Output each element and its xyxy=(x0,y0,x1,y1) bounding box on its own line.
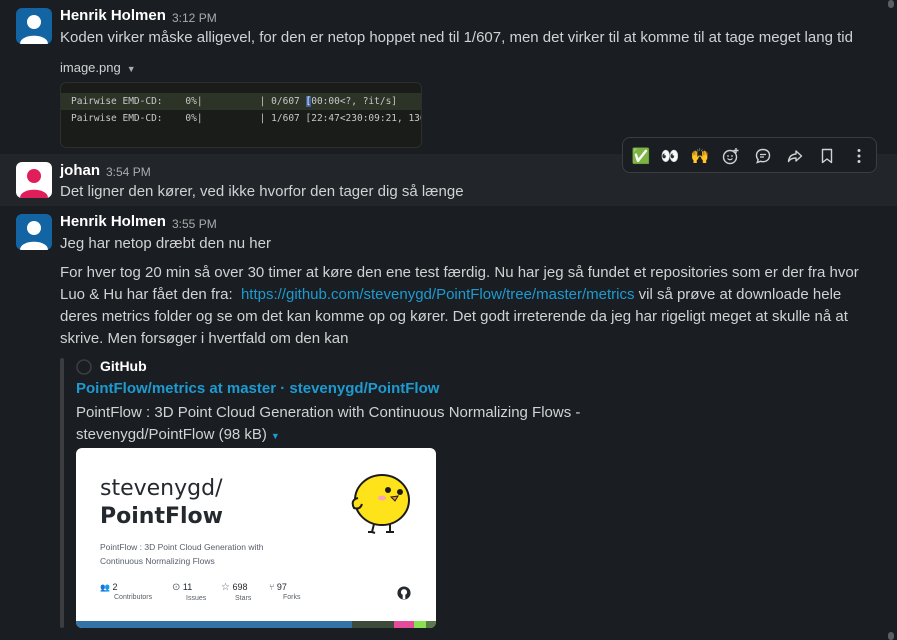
stat-issues: ⊙ 11 Issues xyxy=(172,582,206,602)
add-reaction-icon xyxy=(722,148,739,165)
stat-contributors: 👥 2 Contributors xyxy=(100,582,152,601)
fork-icon: ⑂ xyxy=(269,582,275,592)
stat-label: Contributors xyxy=(114,594,153,601)
more-actions-button[interactable] xyxy=(847,144,871,168)
reaction-check-button[interactable]: ✅ xyxy=(629,144,653,168)
author-name[interactable]: Henrik Holmen xyxy=(60,7,166,24)
message-paragraph: For hver tog 20 min så over 30 timer at … xyxy=(60,262,880,350)
file-name-text: image.png xyxy=(60,60,121,75)
language-segment xyxy=(414,621,426,628)
terminal-line-1: Pairwise EMD-CD: 0%| | 0/607 [00:00<?, ?… xyxy=(71,96,397,107)
message-text: Koden virker måske alligevel, for den er… xyxy=(60,29,853,46)
unfurl-title-link[interactable]: PointFlow/metrics at master · stevenygd/… xyxy=(76,380,439,397)
share-icon xyxy=(787,150,803,163)
card-owner: stevenygd/ xyxy=(100,476,223,501)
card-desc-line: Continuous Normalizing Flows xyxy=(100,556,215,566)
language-segment xyxy=(426,621,436,628)
avatar-johan[interactable] xyxy=(16,162,52,198)
unfurl-desc-text: stevenygd/PointFlow (98 kB) xyxy=(76,426,267,443)
share-message-button[interactable] xyxy=(783,144,807,168)
paragraph-line: Luo & Hu har fået den fra: https://githu… xyxy=(60,284,880,306)
language-bar xyxy=(76,621,436,628)
card-description: PointFlow : 3D Point Cloud Generation wi… xyxy=(100,540,320,568)
chevron-down-icon[interactable]: ▼ xyxy=(127,64,136,74)
save-for-later-button[interactable] xyxy=(815,144,839,168)
author-name[interactable]: johan xyxy=(60,162,100,179)
reply-in-thread-button[interactable] xyxy=(751,144,775,168)
language-segment xyxy=(394,621,414,628)
unfurl-description: PointFlow : 3D Point Cloud Generation wi… xyxy=(76,402,616,447)
star-icon: ☆ xyxy=(221,582,230,593)
unfurl-border xyxy=(60,358,64,628)
terminal-text: [22:47<230:09:21, 1367.2 xyxy=(305,113,422,124)
unfurl-site-name: GitHub xyxy=(100,358,147,374)
chick-mascot-icon xyxy=(351,474,410,534)
stat-label: Forks xyxy=(283,594,301,601)
check-mark-icon: ✅ xyxy=(631,148,651,165)
scrollbar-bottom-thumb[interactable] xyxy=(888,632,894,640)
scrollbar-top-thumb[interactable] xyxy=(888,0,894,8)
stat-label: Issues xyxy=(186,595,207,602)
github-icon xyxy=(76,359,92,375)
terminal-text: Pairwise EMD-CD: 0%| | 1/607 xyxy=(71,113,306,124)
timestamp[interactable]: 3:55 PM xyxy=(172,217,217,231)
stat-value: 2 xyxy=(112,582,118,592)
eyes-icon: 👀 xyxy=(660,148,680,165)
card-repo-name: PointFlow xyxy=(100,504,223,529)
github-metrics-link[interactable]: https://github.com/stevenygd/PointFlow/t… xyxy=(241,286,635,303)
add-reaction-button[interactable] xyxy=(719,144,743,168)
paragraph-text: Luo & Hu har fået den fra: xyxy=(60,286,241,303)
stat-value: 11 xyxy=(182,582,193,592)
image-attachment[interactable]: Pairwise EMD-CD: 0%| | 0/607 [00:00<?, ?… xyxy=(60,82,422,148)
github-preview-card[interactable]: stevenygd/ PointFlow PointFlow : 3D Poin… xyxy=(76,448,436,628)
stat-value: 97 xyxy=(276,582,287,592)
issues-icon: ⊙ xyxy=(172,582,181,593)
scrollbar[interactable] xyxy=(887,0,895,640)
card-desc-line: PointFlow : 3D Point Cloud Generation wi… xyxy=(100,542,264,552)
contributors-icon: 👥 xyxy=(100,583,110,592)
terminal-text: Pairwise EMD-CD: 0%| | 0/607 xyxy=(71,96,306,107)
language-segment xyxy=(76,621,352,628)
paragraph-line: For hver tog 20 min så over 30 timer at … xyxy=(60,264,859,281)
more-actions-icon xyxy=(857,149,861,163)
unfurl-desc-line: stevenygd/PointFlow (98 kB) ▼ xyxy=(76,424,616,447)
message-text: Jeg har netop dræbt den nu her xyxy=(60,235,271,252)
reaction-raised-hands-button[interactable]: 🙌 xyxy=(688,144,712,168)
author-name[interactable]: Henrik Holmen xyxy=(60,213,166,230)
stat-forks: ⑂ 97 Forks xyxy=(269,582,301,601)
terminal-line-2: Pairwise EMD-CD: 0%| | 1/607 [22:47<230:… xyxy=(71,113,422,124)
stat-stars: ☆ 698 Stars xyxy=(221,582,251,602)
stat-value: 698 xyxy=(232,582,248,592)
paragraph-line: skrive. Men forsøger i hvertfald om den … xyxy=(60,330,349,347)
paragraph-text: vil så prøve at downloade hele xyxy=(634,286,842,303)
github-logo-icon xyxy=(397,586,411,600)
message-actions-toolbar: ✅ 👀 🙌 xyxy=(622,137,877,173)
language-segment xyxy=(352,621,394,628)
unfurl-desc-line: PointFlow : 3D Point Cloud Generation wi… xyxy=(76,404,581,421)
terminal-text: 00:00<?, ?it/s] xyxy=(311,96,398,107)
reply-in-thread-icon xyxy=(755,148,771,164)
caret-down-icon[interactable]: ▼ xyxy=(271,431,280,441)
raised-hands-icon: 🙌 xyxy=(690,148,710,165)
message-1: Henrik Holmen 3:12 PM Koden virker måske… xyxy=(0,0,897,150)
file-name[interactable]: image.png ▼ xyxy=(60,60,136,75)
avatar-henrik[interactable] xyxy=(16,8,52,44)
timestamp[interactable]: 3:12 PM xyxy=(172,11,217,25)
avatar-henrik[interactable] xyxy=(16,214,52,250)
reaction-eyes-button[interactable]: 👀 xyxy=(658,144,682,168)
paragraph-line: deres metrics folder og se om det kan ko… xyxy=(60,308,848,325)
stat-label: Stars xyxy=(235,595,252,602)
message-text: Det ligner den kører, ved ikke hvorfor d… xyxy=(60,183,464,200)
timestamp[interactable]: 3:54 PM xyxy=(106,165,151,179)
bookmark-icon xyxy=(821,148,833,164)
